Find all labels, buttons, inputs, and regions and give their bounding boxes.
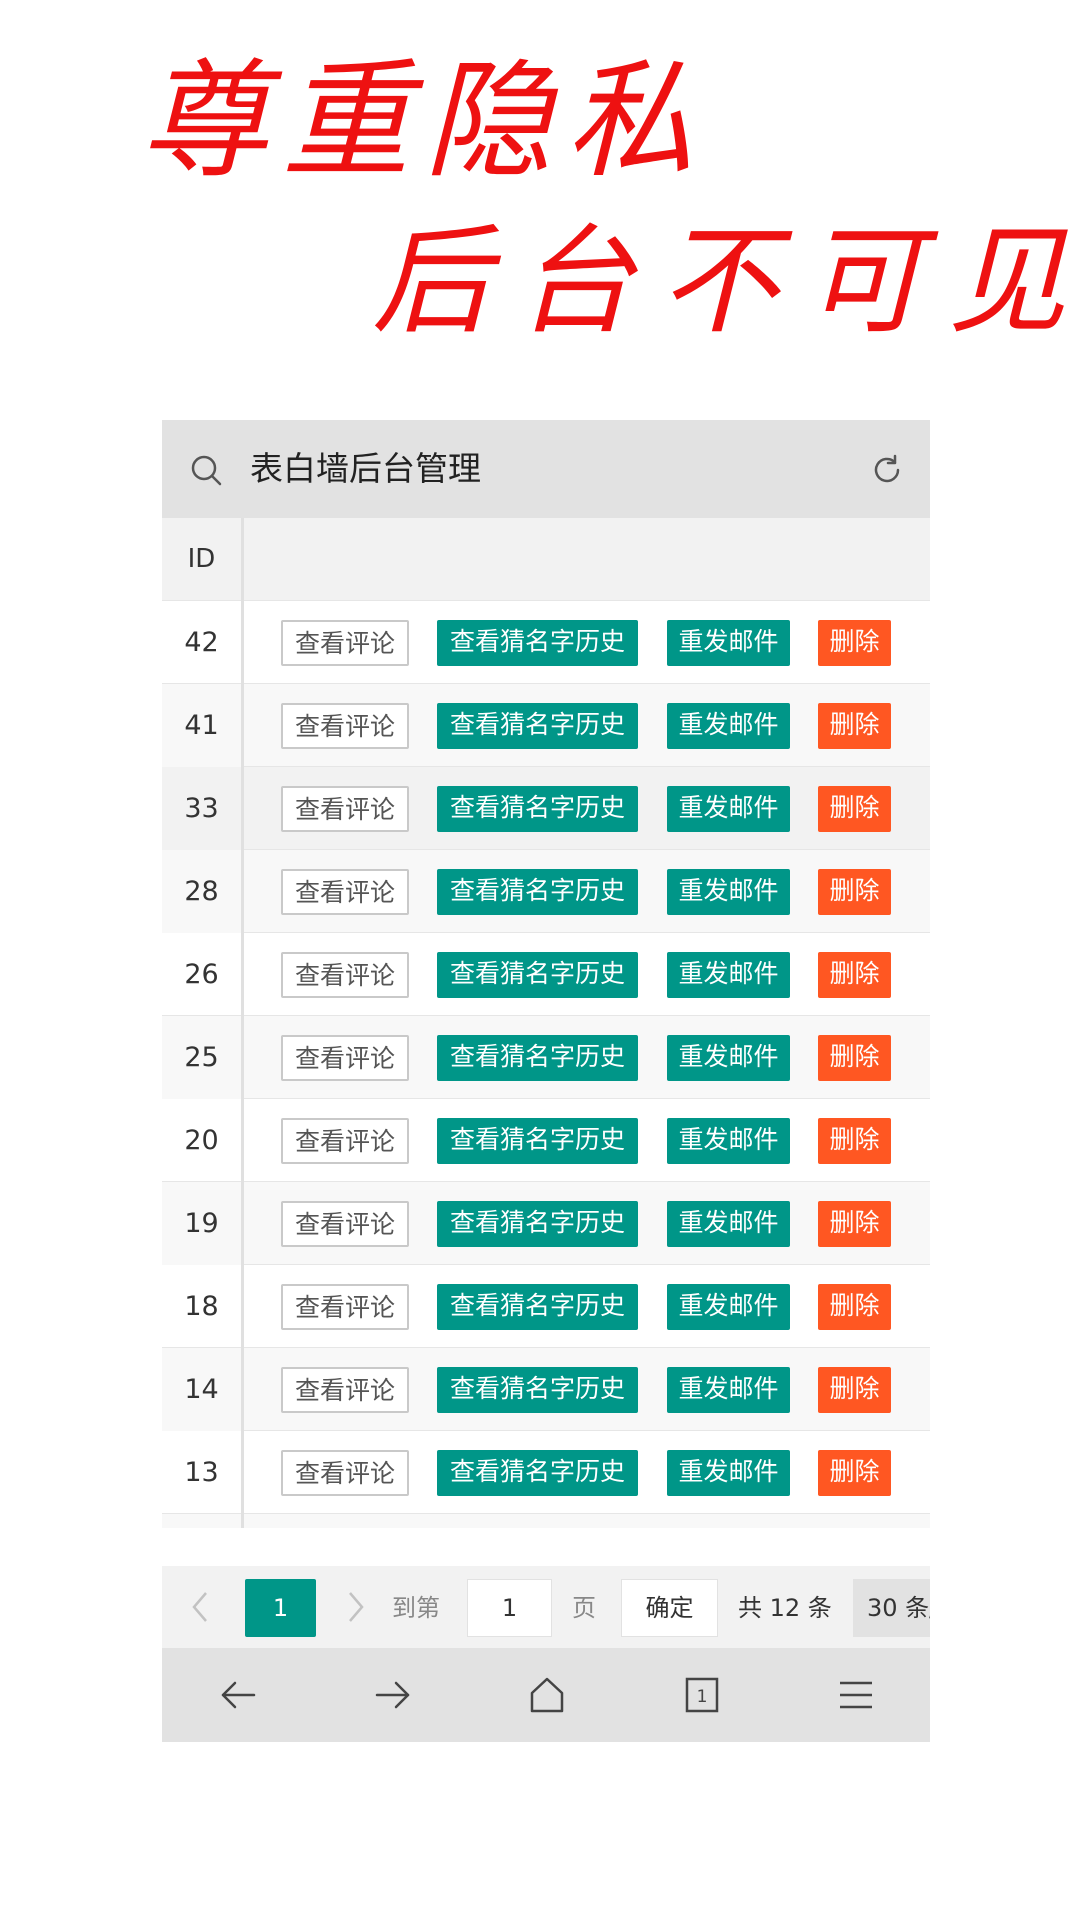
chevron-left-icon[interactable] — [190, 1590, 210, 1624]
browser-address-bar: 表白墙后台管理 — [162, 420, 930, 518]
view-guess-history-button[interactable]: 查看猜名字历史 — [437, 703, 638, 749]
view-guess-history-button[interactable]: 查看猜名字历史 — [437, 1035, 638, 1081]
resend-mail-button[interactable]: 重发邮件 — [667, 1450, 790, 1496]
total-count: 共 12 条 — [738, 1594, 832, 1622]
svg-text:1: 1 — [697, 1687, 708, 1707]
delete-button[interactable]: 删除 — [818, 1035, 891, 1081]
row-id: 41 — [162, 684, 244, 767]
refresh-icon[interactable] — [870, 453, 904, 487]
chevron-right-icon[interactable] — [346, 1590, 366, 1624]
delete-button[interactable]: 删除 — [818, 1118, 891, 1164]
view-guess-history-button[interactable]: 查看猜名字历史 — [437, 620, 638, 666]
current-page-button[interactable]: 1 — [245, 1579, 316, 1637]
table-row: 42 查看评论 查看猜名字历史 重发邮件 删除 — [162, 601, 930, 684]
page-title[interactable]: 表白墙后台管理 — [250, 447, 481, 491]
row-id: 28 — [162, 850, 244, 933]
goto-label: 到第 — [392, 1594, 440, 1622]
delete-button[interactable]: 删除 — [818, 703, 891, 749]
delete-button[interactable]: 删除 — [818, 1367, 891, 1413]
home-icon[interactable] — [527, 1675, 567, 1715]
table-row: 19 查看评论 查看猜名字历史 重发邮件 删除 — [162, 1182, 930, 1265]
arrow-right-icon[interactable] — [373, 1675, 413, 1715]
delete-button[interactable]: 删除 — [818, 869, 891, 915]
row-id: 25 — [162, 1016, 244, 1099]
page-size-select[interactable]: 30 条/页 — [853, 1579, 930, 1637]
view-guess-history-button[interactable]: 查看猜名字历史 — [437, 786, 638, 832]
row-id: 33 — [162, 767, 244, 850]
delete-button[interactable]: 删除 — [818, 1284, 891, 1330]
table-row: 20 查看评论 查看猜名字历史 重发邮件 删除 — [162, 1099, 930, 1182]
view-comments-button[interactable]: 查看评论 — [281, 1450, 409, 1496]
browser-bottom-nav: 1 — [162, 1648, 930, 1742]
view-comments-button[interactable]: 查看评论 — [281, 1035, 409, 1081]
table-header: ID — [162, 518, 930, 601]
view-guess-history-button[interactable]: 查看猜名字历史 — [437, 1201, 638, 1247]
goto-confirm-button[interactable]: 确定 — [621, 1579, 718, 1637]
resend-mail-button[interactable]: 重发邮件 — [667, 1118, 790, 1164]
table-row: 18 查看评论 查看猜名字历史 重发邮件 删除 — [162, 1265, 930, 1348]
search-icon[interactable] — [190, 454, 222, 486]
delete-button[interactable]: 删除 — [818, 1450, 891, 1496]
resend-mail-button[interactable]: 重发邮件 — [667, 1201, 790, 1247]
view-guess-history-button[interactable]: 查看猜名字历史 — [437, 952, 638, 998]
table-row: 25 查看评论 查看猜名字历史 重发邮件 删除 — [162, 1016, 930, 1099]
view-comments-button[interactable]: 查看评论 — [281, 1118, 409, 1164]
row-id: 14 — [162, 1348, 244, 1431]
resend-mail-button[interactable]: 重发邮件 — [667, 869, 790, 915]
phone-screenshot: 表白墙后台管理 ID 42 查看评论 查看猜名字历史 重发邮件 删除 41 查看… — [162, 420, 930, 1742]
view-comments-button[interactable]: 查看评论 — [281, 620, 409, 666]
view-comments-button[interactable]: 查看评论 — [281, 869, 409, 915]
view-guess-history-button[interactable]: 查看猜名字历史 — [437, 869, 638, 915]
delete-button[interactable]: 删除 — [818, 1201, 891, 1247]
row-id: 26 — [162, 933, 244, 1016]
delete-button[interactable]: 删除 — [818, 620, 891, 666]
resend-mail-button[interactable]: 重发邮件 — [667, 1035, 790, 1081]
table-row: 12 查看评论 查看猜名字历史 重发邮件 删除 — [162, 1514, 930, 1528]
view-comments-button[interactable]: 查看评论 — [281, 786, 409, 832]
resend-mail-button[interactable]: 重发邮件 — [667, 952, 790, 998]
view-comments-button[interactable]: 查看评论 — [281, 1284, 409, 1330]
row-id: 42 — [162, 601, 244, 684]
view-comments-button[interactable]: 查看评论 — [281, 1201, 409, 1247]
pagination-bar: 1 到第 1 页 确定 共 12 条 30 条/页 — [162, 1566, 930, 1648]
table-row: 14 查看评论 查看猜名字历史 重发邮件 删除 — [162, 1348, 930, 1431]
view-comments-button[interactable]: 查看评论 — [281, 952, 409, 998]
table-row: 26 查看评论 查看猜名字历史 重发邮件 删除 — [162, 933, 930, 1016]
view-guess-history-button[interactable]: 查看猜名字历史 — [437, 1450, 638, 1496]
goto-page-input[interactable]: 1 — [467, 1579, 552, 1637]
table-row: 33 查看评论 查看猜名字历史 重发邮件 删除 — [162, 767, 930, 850]
page-unit-label: 页 — [572, 1594, 596, 1622]
table-row: 28 查看评论 查看猜名字历史 重发邮件 删除 — [162, 850, 930, 933]
row-id: 18 — [162, 1265, 244, 1348]
data-table: ID 42 查看评论 查看猜名字历史 重发邮件 删除 41 查看评论 查看猜名字… — [162, 518, 930, 1528]
row-id: 19 — [162, 1182, 244, 1265]
table-row: 13 查看评论 查看猜名字历史 重发邮件 删除 — [162, 1431, 930, 1514]
resend-mail-button[interactable]: 重发邮件 — [667, 1367, 790, 1413]
resend-mail-button[interactable]: 重发邮件 — [667, 620, 790, 666]
delete-button[interactable]: 删除 — [818, 952, 891, 998]
resend-mail-button[interactable]: 重发邮件 — [667, 786, 790, 832]
headline: 尊重隐私 后台不可见 — [0, 0, 1080, 380]
view-guess-history-button[interactable]: 查看猜名字历史 — [437, 1367, 638, 1413]
tabs-icon[interactable]: 1 — [682, 1675, 722, 1715]
table-row: 41 查看评论 查看猜名字历史 重发邮件 删除 — [162, 684, 930, 767]
view-comments-button[interactable]: 查看评论 — [281, 703, 409, 749]
view-comments-button[interactable]: 查看评论 — [281, 1367, 409, 1413]
headline-line1: 尊重隐私 — [140, 47, 709, 196]
column-header-id: ID — [162, 518, 244, 601]
row-id: 12 — [162, 1514, 244, 1528]
view-guess-history-button[interactable]: 查看猜名字历史 — [437, 1284, 638, 1330]
row-id: 13 — [162, 1431, 244, 1514]
menu-icon[interactable] — [836, 1675, 876, 1715]
view-guess-history-button[interactable]: 查看猜名字历史 — [437, 1118, 638, 1164]
arrow-left-icon[interactable] — [218, 1675, 258, 1715]
headline-line2: 后台不可见 — [372, 212, 1080, 350]
delete-button[interactable]: 删除 — [818, 786, 891, 832]
row-id: 20 — [162, 1099, 244, 1182]
resend-mail-button[interactable]: 重发邮件 — [667, 1284, 790, 1330]
resend-mail-button[interactable]: 重发邮件 — [667, 703, 790, 749]
